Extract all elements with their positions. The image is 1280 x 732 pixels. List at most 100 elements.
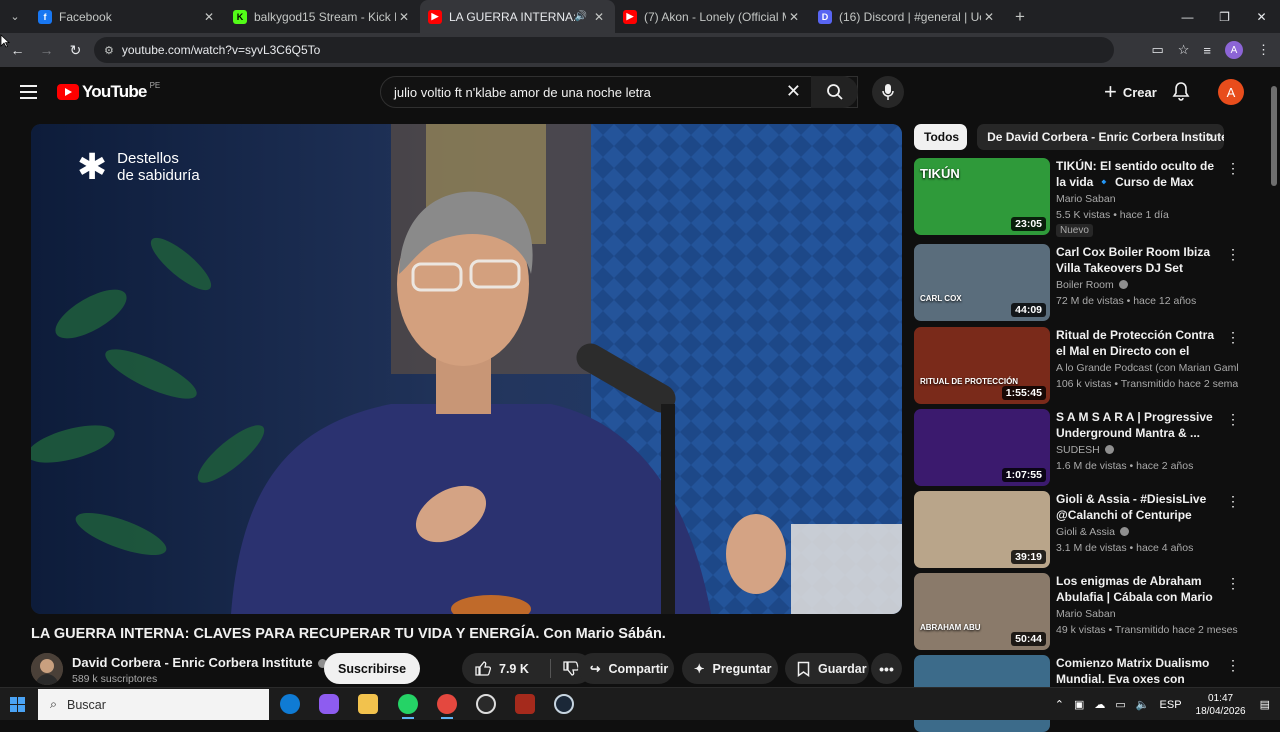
more-options-icon[interactable]: ⋮ [1226, 329, 1240, 346]
video-player[interactable]: ✱ Destellos de sabiduría [31, 124, 902, 614]
account-avatar[interactable]: A [1218, 79, 1244, 105]
close-tab-icon[interactable]: ✕ [396, 10, 412, 24]
tab-search-dropdown[interactable]: ⌄ [0, 0, 30, 33]
chrome-icon[interactable] [437, 694, 457, 719]
browser-tab[interactable]: D (16) Discord | #general | Uc ✕ [810, 0, 1005, 33]
recommended-channel[interactable]: Boiler Room [1056, 279, 1238, 291]
media-controls-icon[interactable]: ≡ [1203, 43, 1211, 58]
chevron-up-icon[interactable]: ⌃ [1055, 698, 1064, 711]
edge-icon[interactable] [280, 694, 300, 714]
clock[interactable]: 01:47 18/04/2026 [1196, 692, 1246, 718]
site-info-icon[interactable]: ⚙ [104, 44, 114, 57]
dota-icon[interactable] [515, 694, 535, 714]
video-thumbnail[interactable]: TIKÚN 23:05 [914, 158, 1050, 235]
whatsapp-icon[interactable] [398, 694, 418, 719]
browser-profile-avatar[interactable]: A [1225, 41, 1243, 59]
like-button[interactable] [474, 660, 491, 677]
recommended-video-title[interactable]: S A M S A R A | Progressive Underground … [1056, 409, 1221, 441]
close-tab-icon[interactable]: ✕ [201, 10, 217, 24]
minimize-icon[interactable]: — [1169, 0, 1206, 33]
browser-tab[interactable]: ▶ (7) Akon - Lonely (Official Music✕ [615, 0, 810, 33]
browser-tab[interactable]: ▶ LA GUERRA INTERNA: CLAV🔊 ✕ [420, 0, 615, 33]
more-actions-icon[interactable]: ••• [871, 653, 902, 684]
recommended-video[interactable]: 39:19 Gioli & Assia - #DiesisLive @Calanc… [914, 491, 1244, 569]
video-thumbnail[interactable]: 1:07:55 [914, 409, 1050, 486]
cast-icon[interactable]: ▭ [1151, 42, 1163, 58]
address-field[interactable]: ⚙ youtube.com/watch?v=syvL3C6Q5To [94, 37, 1114, 63]
browser-tab[interactable]: f Facebook ✕ [30, 0, 225, 33]
save-button[interactable]: Guardar [785, 653, 869, 684]
more-options-icon[interactable]: ⋮ [1226, 657, 1240, 674]
browser-tab[interactable]: Kbalkygod15 Stream - Kick Dashb✕ [225, 0, 420, 33]
volume-icon[interactable]: 🔈 [1136, 698, 1150, 711]
chip-all[interactable]: Todos [914, 124, 968, 150]
chip-channel[interactable]: De David Corbera - Enric Corbera Institu… [977, 124, 1224, 150]
network-icon[interactable]: ▭ [1115, 698, 1125, 711]
recommended-channel[interactable]: Gioli & Assia [1056, 526, 1238, 538]
taskbar-search[interactable]: ⌕ Buscar [38, 689, 269, 720]
recommended-channel[interactable]: Mario Saban [1056, 193, 1238, 205]
restore-icon[interactable]: ❐ [1206, 0, 1243, 33]
recommended-video-title[interactable]: Gioli & Assia - #DiesisLive @Calanchi of… [1056, 491, 1221, 523]
bookmark-star-icon[interactable]: ☆ [1178, 42, 1190, 58]
voice-search-button[interactable] [872, 76, 904, 108]
recommended-channel[interactable]: A lo Grande Podcast (con Marian Gambo... [1056, 362, 1238, 374]
more-options-icon[interactable]: ⋮ [1226, 411, 1240, 428]
create-button[interactable]: + Crear [1094, 76, 1167, 108]
more-options-icon[interactable]: ⋮ [1226, 246, 1240, 263]
recommended-video[interactable]: ABRAHAM ABU 50:44 Los enigmas de Abraham A… [914, 573, 1244, 651]
recommended-video[interactable]: CARL COX 44:09 Carl Cox Boiler Room Ibiza … [914, 244, 1244, 322]
cloud-icon[interactable]: ☁ [1094, 698, 1105, 711]
subscribe-button[interactable]: Suscribirse [324, 653, 421, 684]
recommended-video-title[interactable]: TIKÚN: El sentido oculto de la vida 🔹 Cu… [1056, 158, 1221, 190]
share-button[interactable]: ↪ Compartir [578, 653, 674, 684]
recommended-video-title[interactable]: Carl Cox Boiler Room Ibiza Villa Takeove… [1056, 244, 1221, 276]
more-options-icon[interactable]: ⋮ [1226, 575, 1240, 592]
search-input[interactable]: julio voltio ft n'klabe amor de una noch… [380, 76, 858, 108]
ask-button[interactable]: ✦ Preguntar [682, 653, 778, 684]
guide-menu-icon[interactable] [20, 85, 37, 103]
notifications-bell-icon[interactable] [1172, 81, 1190, 106]
search-button[interactable] [811, 76, 858, 108]
obs-icon[interactable] [476, 694, 496, 714]
recommended-channel[interactable]: Mario Saban [1056, 608, 1238, 620]
page-scrollbar[interactable] [1270, 70, 1278, 687]
usb-icon[interactable]: ▣ [1074, 698, 1084, 711]
steam-icon[interactable] [554, 694, 574, 714]
recommended-channel[interactable]: SUDESH [1056, 444, 1238, 456]
channel-name[interactable]: David Corbera - Enric Corbera Institute [72, 655, 327, 670]
video-thumbnail[interactable]: RITUAL DE PROTECCIÓN 1:55:45 [914, 327, 1050, 404]
copilot-icon[interactable] [319, 694, 339, 714]
more-options-icon[interactable]: ⋮ [1226, 160, 1240, 177]
close-tab-icon[interactable]: ✕ [786, 10, 802, 24]
reload-button[interactable]: ↻ [61, 42, 90, 59]
video-thumbnail[interactable]: 39:19 [914, 491, 1050, 568]
recommended-video-title[interactable]: Ritual de Protección Contra el Mal en Di… [1056, 327, 1221, 359]
more-options-icon[interactable]: ⋮ [1226, 493, 1240, 510]
close-tab-icon[interactable]: ✕ [591, 10, 607, 24]
scrollbar-thumb[interactable] [1271, 86, 1277, 186]
forward-button[interactable]: → [32, 42, 61, 58]
close-window-icon[interactable]: ✕ [1243, 0, 1280, 33]
recommended-video-title[interactable]: Comienzo Matrix Dualismo Mundial. Eva ox… [1056, 655, 1221, 687]
windows-start-icon[interactable] [10, 697, 26, 713]
clear-search-icon[interactable]: ✕ [786, 81, 801, 102]
recommended-video[interactable]: Comienzo Matrix Dualismo Mundial. Eva ox… [914, 655, 1244, 732]
video-thumbnail[interactable]: ABRAHAM ABU 50:44 [914, 573, 1050, 650]
recommended-video[interactable]: RITUAL DE PROTECCIÓN 1:55:45 Ritual de Pro… [914, 327, 1244, 405]
dislike-button[interactable] [562, 660, 580, 680]
recommended-video-title[interactable]: Los enigmas de Abraham Abulafia | Cábala… [1056, 573, 1221, 605]
recommended-video[interactable]: 1:07:55 S A M S A R A | Progressive Under… [914, 409, 1244, 487]
recommended-video[interactable]: TIKÚN 23:05 TIKÚN: El sentido oculto de la… [914, 158, 1244, 237]
notifications-icon[interactable]: ▤ [1260, 698, 1270, 711]
audio-playing-icon[interactable]: 🔊 [575, 11, 587, 22]
chevron-right-icon[interactable]: › [1208, 128, 1213, 146]
close-tab-icon[interactable]: ✕ [981, 10, 997, 24]
new-tab-button[interactable]: + [1005, 7, 1035, 27]
browser-menu-icon[interactable]: ⋮ [1257, 42, 1270, 58]
channel-avatar[interactable] [31, 653, 63, 685]
file-explorer-icon[interactable] [358, 694, 378, 714]
video-thumbnail[interactable]: CARL COX 44:09 [914, 244, 1050, 321]
youtube-logo[interactable]: YouTube PE [57, 81, 160, 102]
language-indicator[interactable]: ESP [1160, 699, 1182, 711]
